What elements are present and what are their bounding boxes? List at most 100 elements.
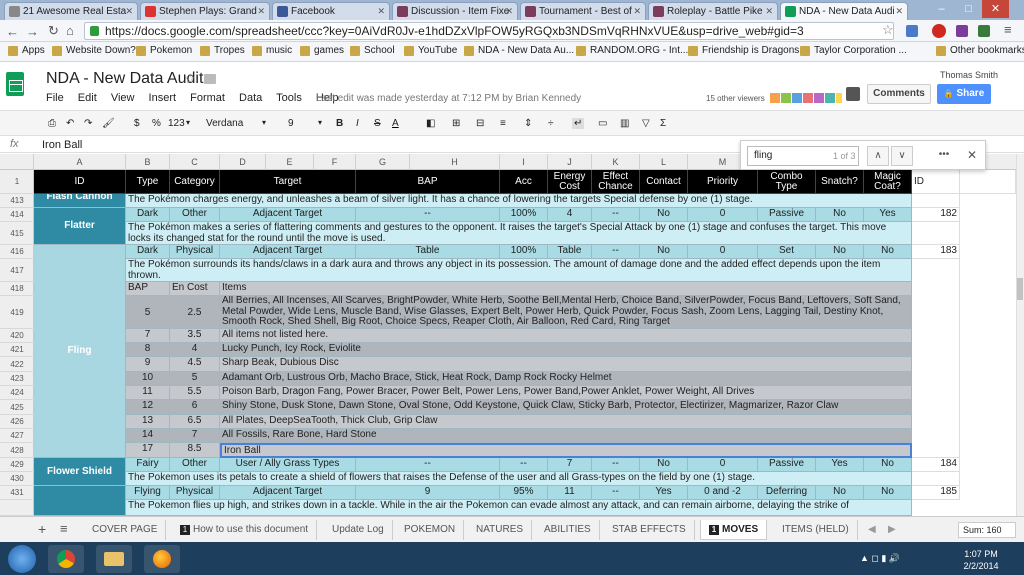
menu-tools[interactable]: Tools <box>276 92 302 104</box>
column-header[interactable]: H <box>410 154 500 170</box>
menu-icon[interactable]: ≡ <box>1004 22 1012 37</box>
find-more-options-button[interactable]: ••• <box>933 146 955 166</box>
snatch-cell[interactable]: No <box>816 208 864 222</box>
close-window-icon[interactable]: ✕ <box>982 0 1009 18</box>
fling-cost-cell[interactable]: 6.5 <box>170 415 220 429</box>
find-previous-icon[interactable]: ∧ <box>867 146 889 166</box>
fling-bap-cell[interactable]: 17 <box>126 443 170 458</box>
move-description-cell[interactable]: The Pokémon makes a series of flattering… <box>126 222 912 245</box>
fling-bap-cell[interactable]: 13 <box>126 415 170 429</box>
contact-cell[interactable]: Yes <box>640 486 688 500</box>
bold-button[interactable]: B <box>336 118 343 129</box>
firefox-taskbar-icon[interactable] <box>144 545 180 573</box>
effect-cell[interactable]: -- <box>592 458 640 472</box>
close-tab-icon[interactable]: ✕ <box>765 3 773 20</box>
menu-view[interactable]: View <box>111 92 135 104</box>
fling-items-cell[interactable]: All Berries, All Incenses, All Scarves, … <box>220 296 912 329</box>
acc-cell[interactable]: -- <box>500 458 548 472</box>
viewer-avatar[interactable] <box>770 93 780 103</box>
acc-cell[interactable]: 100% <box>500 245 548 259</box>
browser-tab[interactable]: Stephen Plays: Grand ✕ <box>140 2 270 20</box>
reload-icon[interactable]: ↻ <box>48 23 59 39</box>
category-cell[interactable]: Other <box>170 208 220 222</box>
energy-cell[interactable]: Table <box>548 245 592 259</box>
row-number[interactable]: 427 <box>0 429 34 443</box>
close-tab-icon[interactable]: ✕ <box>633 3 641 20</box>
user-name[interactable]: Thomas Smith <box>940 70 998 80</box>
row-number[interactable]: 417 <box>0 259 34 282</box>
fling-bap-cell[interactable]: 12 <box>126 400 170 415</box>
type-cell[interactable]: Flying <box>126 486 170 500</box>
subtable-header-cost[interactable]: En Cost <box>170 282 220 296</box>
column-header[interactable]: F <box>314 154 356 170</box>
fling-bap-cell[interactable]: 5 <box>126 296 170 329</box>
row-number[interactable]: 428 <box>0 443 34 458</box>
fling-bap-cell[interactable]: 7 <box>126 329 170 343</box>
strikethrough-button[interactable]: S <box>374 118 381 129</box>
effect-cell[interactable]: -- <box>592 208 640 222</box>
fling-cost-cell[interactable]: 7 <box>170 429 220 443</box>
row-number[interactable]: 424 <box>0 386 34 400</box>
currency-format-button[interactable]: $ <box>134 118 140 129</box>
row-number[interactable]: 430 <box>0 472 34 486</box>
sheet-tab-abilities[interactable]: ABILITIES <box>536 520 600 540</box>
column-header[interactable]: G <box>356 154 410 170</box>
viewer-avatar[interactable] <box>825 93 835 103</box>
print-icon[interactable]: ⎙ <box>48 118 56 129</box>
fling-bap-cell[interactable]: 11 <box>126 386 170 400</box>
fling-bap-cell[interactable]: 14 <box>126 429 170 443</box>
start-button-icon[interactable] <box>8 545 36 573</box>
header-priority[interactable]: Priority <box>688 170 758 194</box>
bap-cell[interactable]: -- <box>356 458 500 472</box>
percent-format-button[interactable]: % <box>152 118 161 129</box>
fling-cost-cell[interactable]: 5.5 <box>170 386 220 400</box>
bookmark-friendship-is-dragons[interactable]: Friendship is Dragons <box>688 45 799 56</box>
fling-cost-cell[interactable]: 4 <box>170 343 220 357</box>
all-sheets-icon[interactable]: ≡ <box>52 520 76 540</box>
header-contact[interactable]: Contact <box>640 170 688 194</box>
viewer-avatar[interactable] <box>836 93 842 103</box>
row-number[interactable]: 426 <box>0 415 34 429</box>
target-cell[interactable]: Adjacent Target <box>220 486 356 500</box>
vertical-align-icon[interactable]: ÷ <box>548 118 554 129</box>
formula-input[interactable]: Iron Ball <box>42 139 82 151</box>
empty-cell[interactable] <box>912 259 960 458</box>
column-header[interactable]: L <box>640 154 688 170</box>
close-tab-icon[interactable]: ✕ <box>505 3 513 20</box>
italic-button[interactable]: I <box>356 118 359 129</box>
column-header[interactable]: C <box>170 154 220 170</box>
move-name-cell[interactable]: Flower Shield <box>34 458 126 486</box>
priority-cell[interactable]: 0 <box>688 458 758 472</box>
type-cell[interactable]: Dark <box>126 208 170 222</box>
bookmark-pokemon[interactable]: Pokemon <box>136 45 192 56</box>
bookmark-games[interactable]: games <box>300 45 344 56</box>
move-name-cell[interactable]: Flatter <box>34 208 126 245</box>
folder-icon[interactable] <box>204 74 216 84</box>
bookmark-school[interactable]: School <box>350 45 395 56</box>
category-cell[interactable]: Other <box>170 458 220 472</box>
id-cell[interactable]: 182 <box>912 208 960 222</box>
move-name-cell[interactable] <box>34 486 126 516</box>
header-target[interactable]: Target <box>220 170 356 194</box>
borders-icon[interactable]: ⊞ <box>452 118 460 129</box>
contact-cell[interactable]: No <box>640 245 688 259</box>
combo-cell[interactable]: Passive <box>758 458 816 472</box>
snatch-cell[interactable]: No <box>816 245 864 259</box>
maximize-icon[interactable]: □ <box>955 0 982 18</box>
functions-button[interactable]: Σ <box>660 118 666 129</box>
fling-cost-cell[interactable]: 8.5 <box>170 443 220 458</box>
column-header[interactable]: D <box>220 154 266 170</box>
browser-tab[interactable]: 21 Awesome Real Esta ✕ <box>4 2 138 20</box>
find-next-icon[interactable]: ∨ <box>891 146 913 166</box>
scrollbar-thumb[interactable] <box>1017 278 1023 300</box>
combo-cell[interactable]: Set <box>758 245 816 259</box>
browser-tab[interactable]: Tournament - Best of ✕ <box>520 2 646 20</box>
combo-cell[interactable]: Passive <box>758 208 816 222</box>
bap-cell[interactable]: 9 <box>356 486 500 500</box>
energy-cell[interactable]: 11 <box>548 486 592 500</box>
subtable-header-bap[interactable]: BAP <box>126 282 170 296</box>
bookmark-nda[interactable]: NDA - New Data Au... <box>464 45 574 56</box>
move-description-cell[interactable]: The Pokemon flies up high, and strikes d… <box>126 500 912 516</box>
sheet-tab-items-held[interactable]: ITEMS (HELD) <box>774 520 858 540</box>
move-name-cell[interactable]: Flash Cannon <box>34 194 126 208</box>
